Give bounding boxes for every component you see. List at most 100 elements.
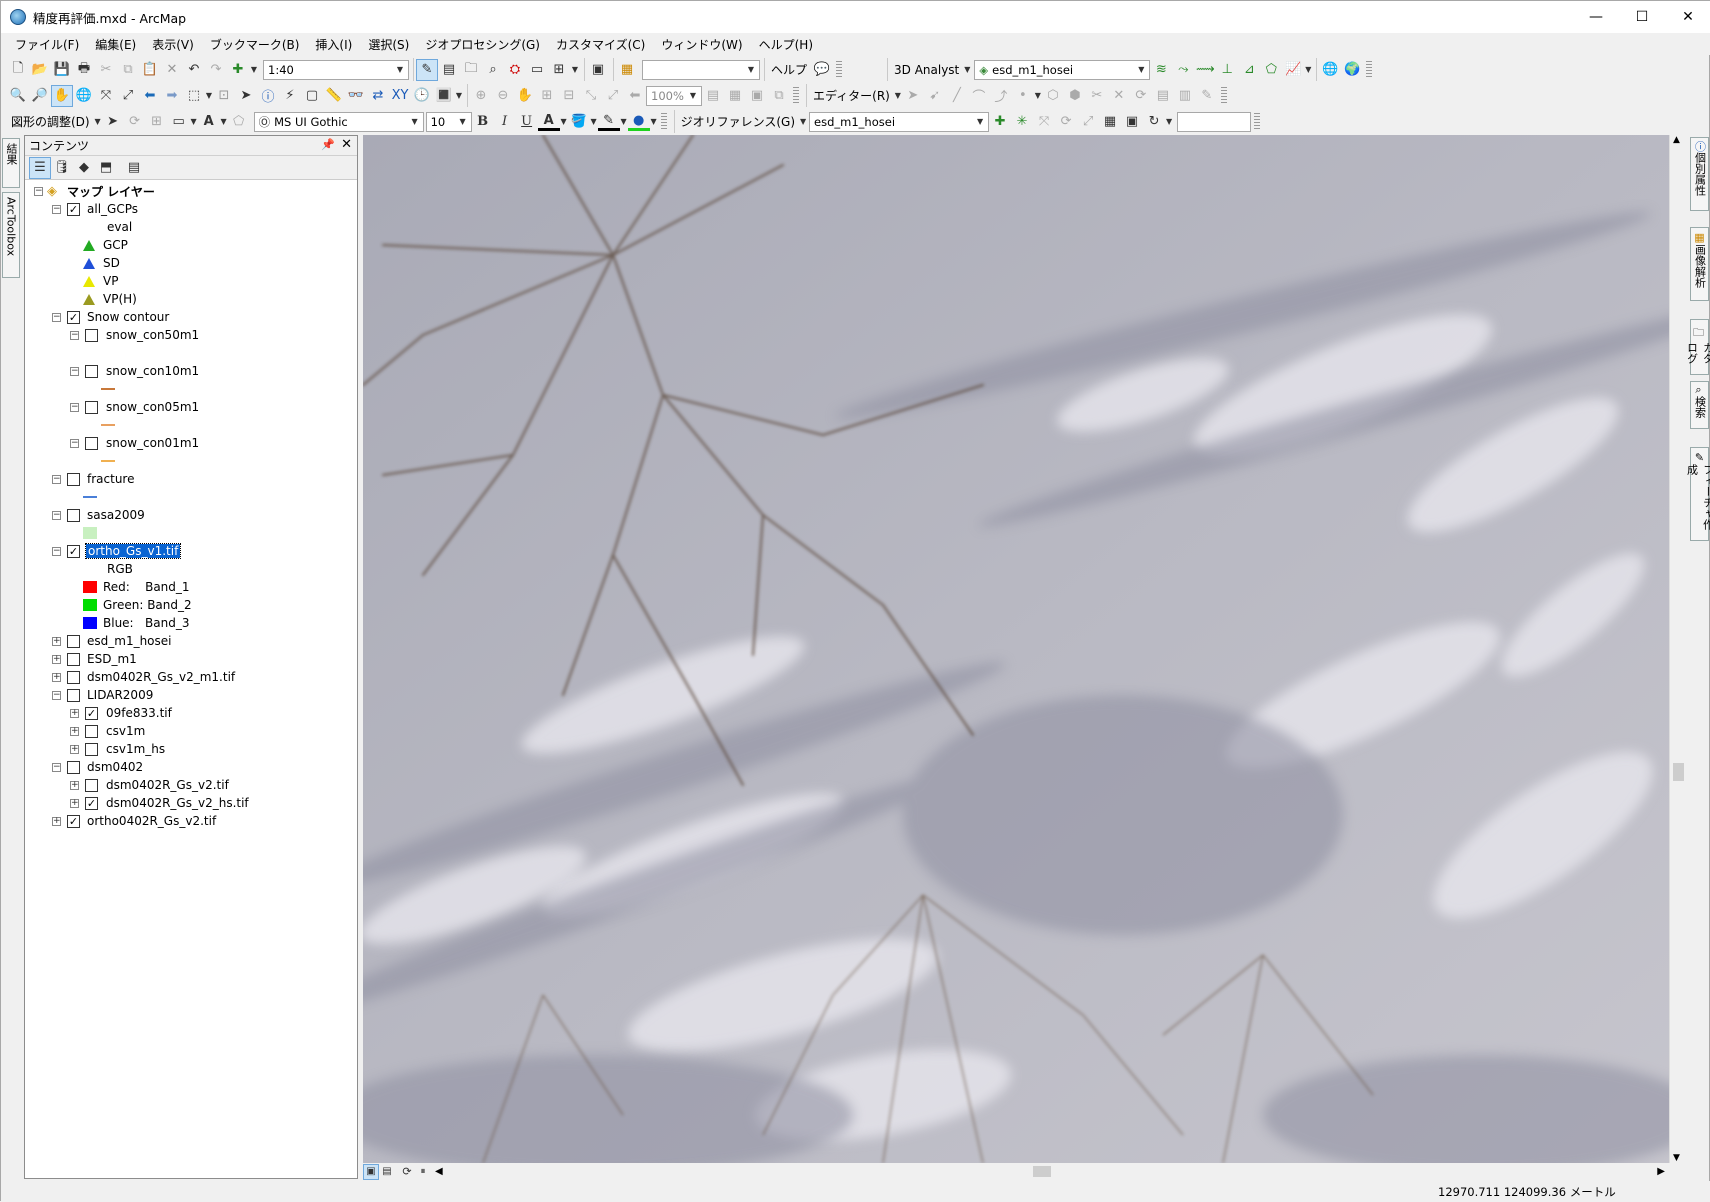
- layer-checkbox[interactable]: [67, 509, 80, 522]
- edit-annotation-icon[interactable]: ➹: [924, 85, 946, 107]
- interpolate-point-icon[interactable]: ⊥: [1216, 59, 1238, 81]
- scroll-up-icon[interactable]: ▲: [1673, 135, 1680, 145]
- layer-label[interactable]: snow_con10m1: [106, 364, 199, 378]
- auto-registration-icon[interactable]: ✳: [1011, 111, 1033, 133]
- layer-checkbox[interactable]: [67, 671, 80, 684]
- chevron-down-icon[interactable]: ▼: [799, 111, 807, 133]
- layer-label[interactable]: dsm0402R_Gs_v2.tif: [106, 778, 229, 792]
- fixed-zoom-in-layout-icon[interactable]: ⤡: [580, 85, 602, 107]
- rotate-element-icon[interactable]: ⟳: [124, 111, 146, 133]
- chevron-down-icon[interactable]: ▼: [963, 59, 971, 81]
- layer-checkbox[interactable]: [67, 635, 80, 648]
- font-color-icon[interactable]: A: [538, 113, 560, 131]
- rotate-angle-input[interactable]: [1177, 112, 1251, 132]
- menu-selection[interactable]: 選択(S): [360, 36, 417, 53]
- expand-icon[interactable]: +: [70, 745, 79, 754]
- reshape-icon[interactable]: ⬢: [1064, 85, 1086, 107]
- layer-checkbox[interactable]: [67, 473, 80, 486]
- collapse-icon[interactable]: −: [70, 403, 79, 412]
- list-by-source-icon[interactable]: 🛢: [51, 157, 73, 179]
- chevron-down-icon[interactable]: ▼: [620, 111, 628, 133]
- zoom-in-icon[interactable]: 🔍: [7, 85, 29, 107]
- menu-view[interactable]: 表示(V): [144, 36, 202, 53]
- list-by-drawing-order-icon[interactable]: ☰: [29, 157, 51, 179]
- map-horizontal-scrollbar[interactable]: ▣ ▤ ⟳ ⏸ ◀ ▶: [363, 1163, 1669, 1180]
- search-window-icon[interactable]: ⌕: [482, 59, 504, 81]
- rotate-georef-icon[interactable]: ⟳: [1055, 111, 1077, 133]
- layer-checkbox[interactable]: ✓: [85, 707, 98, 720]
- layer-checkbox[interactable]: [85, 779, 98, 792]
- interpolate-line-icon[interactable]: ⊿: [1238, 59, 1260, 81]
- find-binoculars-icon[interactable]: 👓: [345, 85, 367, 107]
- font-combobox[interactable]: Ⓞ MS UI Gothic ▼: [254, 112, 424, 132]
- chevron-down-icon[interactable]: ▼: [590, 111, 598, 133]
- add-control-points-icon[interactable]: ✚: [989, 111, 1011, 133]
- sketch-properties-icon[interactable]: ▥: [1174, 85, 1196, 107]
- python-window-icon[interactable]: ▭: [526, 59, 548, 81]
- collapse-icon[interactable]: −: [52, 205, 61, 214]
- selected-layer-label[interactable]: ortho_Gs_v1.tif: [86, 544, 180, 558]
- expand-icon[interactable]: +: [70, 727, 79, 736]
- arcscene-globe-icon[interactable]: 🌐: [1319, 59, 1341, 81]
- save-icon[interactable]: 💾: [51, 59, 73, 81]
- menu-file[interactable]: ファイル(F): [7, 36, 87, 53]
- catalog-window-icon[interactable]: 🗀: [460, 59, 482, 81]
- redo-icon[interactable]: ↷: [205, 59, 227, 81]
- change-layout-icon[interactable]: ▣: [746, 85, 768, 107]
- map-display[interactable]: [363, 135, 1669, 1163]
- pan-hand-icon[interactable]: ✋: [51, 85, 73, 107]
- layer-checkbox[interactable]: [67, 653, 80, 666]
- rotate-view-icon[interactable]: ↻: [1143, 111, 1165, 133]
- layer-checkbox[interactable]: ✓: [67, 815, 80, 828]
- layer-label[interactable]: fracture: [87, 472, 134, 486]
- data-view-icon[interactable]: ▣: [363, 1164, 379, 1180]
- fixed-zoom-in-icon[interactable]: ⤧: [95, 85, 117, 107]
- georef-layer-combobox[interactable]: esd_m1_hosei ▼: [809, 112, 989, 132]
- layer-checkbox[interactable]: ✓: [67, 311, 80, 324]
- underline-button[interactable]: U: [516, 111, 538, 133]
- profile-graph-icon[interactable]: 📈: [1282, 59, 1304, 81]
- full-extent-globe-icon[interactable]: 🌐: [73, 85, 95, 107]
- split-icon[interactable]: ✕: [1108, 85, 1130, 107]
- font-size-combobox[interactable]: 10 ▼: [426, 112, 472, 132]
- chevron-down-icon[interactable]: ▼: [249, 59, 259, 81]
- chevron-down-icon[interactable]: ▼: [190, 111, 198, 133]
- shift-icon[interactable]: ⤧: [1033, 111, 1055, 133]
- layer-label[interactable]: snow_con50m1: [106, 328, 199, 342]
- chevron-down-icon[interactable]: ▼: [560, 111, 568, 133]
- map-layers-label[interactable]: マップ レイヤー: [67, 183, 155, 200]
- expand-icon[interactable]: +: [70, 781, 79, 790]
- create-features-icon[interactable]: ✎: [1196, 85, 1218, 107]
- edit-vertices-icon[interactable]: ⬡: [1042, 85, 1064, 107]
- menu-windows[interactable]: ウィンドウ(W): [653, 36, 750, 53]
- open-folder-icon[interactable]: 📂: [29, 59, 51, 81]
- end-point-arc-icon[interactable]: ⌒: [968, 85, 990, 107]
- create-features-tab[interactable]: ✎ フィーチャ作成: [1690, 447, 1709, 541]
- italic-button[interactable]: I: [494, 111, 516, 133]
- chevron-down-icon[interactable]: ▼: [1165, 111, 1173, 133]
- layer-checkbox[interactable]: [67, 761, 80, 774]
- measure-icon[interactable]: 📏: [323, 85, 345, 107]
- line-color-icon[interactable]: ✎: [598, 113, 620, 131]
- find-route-icon[interactable]: ⇄: [367, 85, 389, 107]
- expand-icon[interactable]: +: [70, 709, 79, 718]
- cut-icon[interactable]: ✂: [95, 59, 117, 81]
- layer-checkbox[interactable]: ✓: [67, 545, 80, 558]
- select-features-icon[interactable]: ⬚: [183, 85, 205, 107]
- point-icon[interactable]: •: [1012, 85, 1034, 107]
- back-arrow-icon[interactable]: ⬅: [139, 85, 161, 107]
- delete-icon[interactable]: ✕: [161, 59, 183, 81]
- collapse-icon[interactable]: −: [70, 367, 79, 376]
- arcglobe-icon[interactable]: 🌍: [1341, 59, 1363, 81]
- catalog-tab[interactable]: 🗀 カタログ: [1690, 319, 1709, 375]
- arctoolbox-tab[interactable]: ArcToolbox: [2, 192, 20, 278]
- collapse-icon[interactable]: −: [52, 475, 61, 484]
- attributes-icon[interactable]: ▤: [1152, 85, 1174, 107]
- view-link-table-icon[interactable]: ▦: [1099, 111, 1121, 133]
- layer-label[interactable]: csv1m: [106, 724, 145, 738]
- list-by-visibility-icon[interactable]: ◆: [73, 157, 95, 179]
- layer-label[interactable]: snow_con01m1: [106, 436, 199, 450]
- scroll-thumb[interactable]: [1033, 1166, 1051, 1177]
- expand-icon[interactable]: +: [52, 637, 61, 646]
- new-document-icon[interactable]: 🗋: [7, 59, 29, 81]
